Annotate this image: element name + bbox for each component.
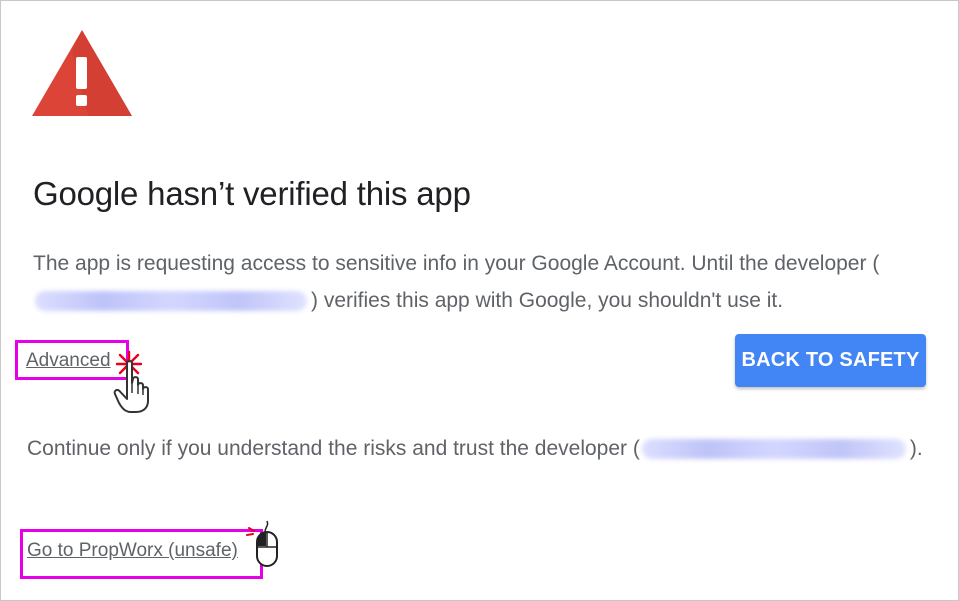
warning-description: The app is requesting access to sensitiv… <box>33 245 933 319</box>
description-text-start: The app is requesting access to sensitiv… <box>33 252 880 275</box>
continue-warning-text: Continue only if you understand the risk… <box>27 430 927 468</box>
page-title: Google hasn’t verified this app <box>33 175 471 212</box>
mouse-icon <box>246 520 278 567</box>
back-to-safety-button[interactable]: BACK TO SAFETY <box>735 334 926 387</box>
continue-text-start: Continue only if you understand the risk… <box>27 437 640 460</box>
go-to-app-unsafe-link[interactable]: Go to PropWorx (unsafe) <box>27 540 238 562</box>
redacted-developer-email <box>641 439 906 460</box>
hand-pointer-icon <box>113 360 149 413</box>
advanced-link[interactable]: Advanced <box>26 350 111 372</box>
description-text-end: ) verifies this app with Google, you sho… <box>311 289 784 312</box>
redacted-developer-email <box>35 291 307 312</box>
oauth-warning-page: Google hasn’t verified this app The app … <box>0 0 959 601</box>
continue-text-end: ). <box>909 437 923 460</box>
warning-triangle-icon <box>32 30 132 116</box>
